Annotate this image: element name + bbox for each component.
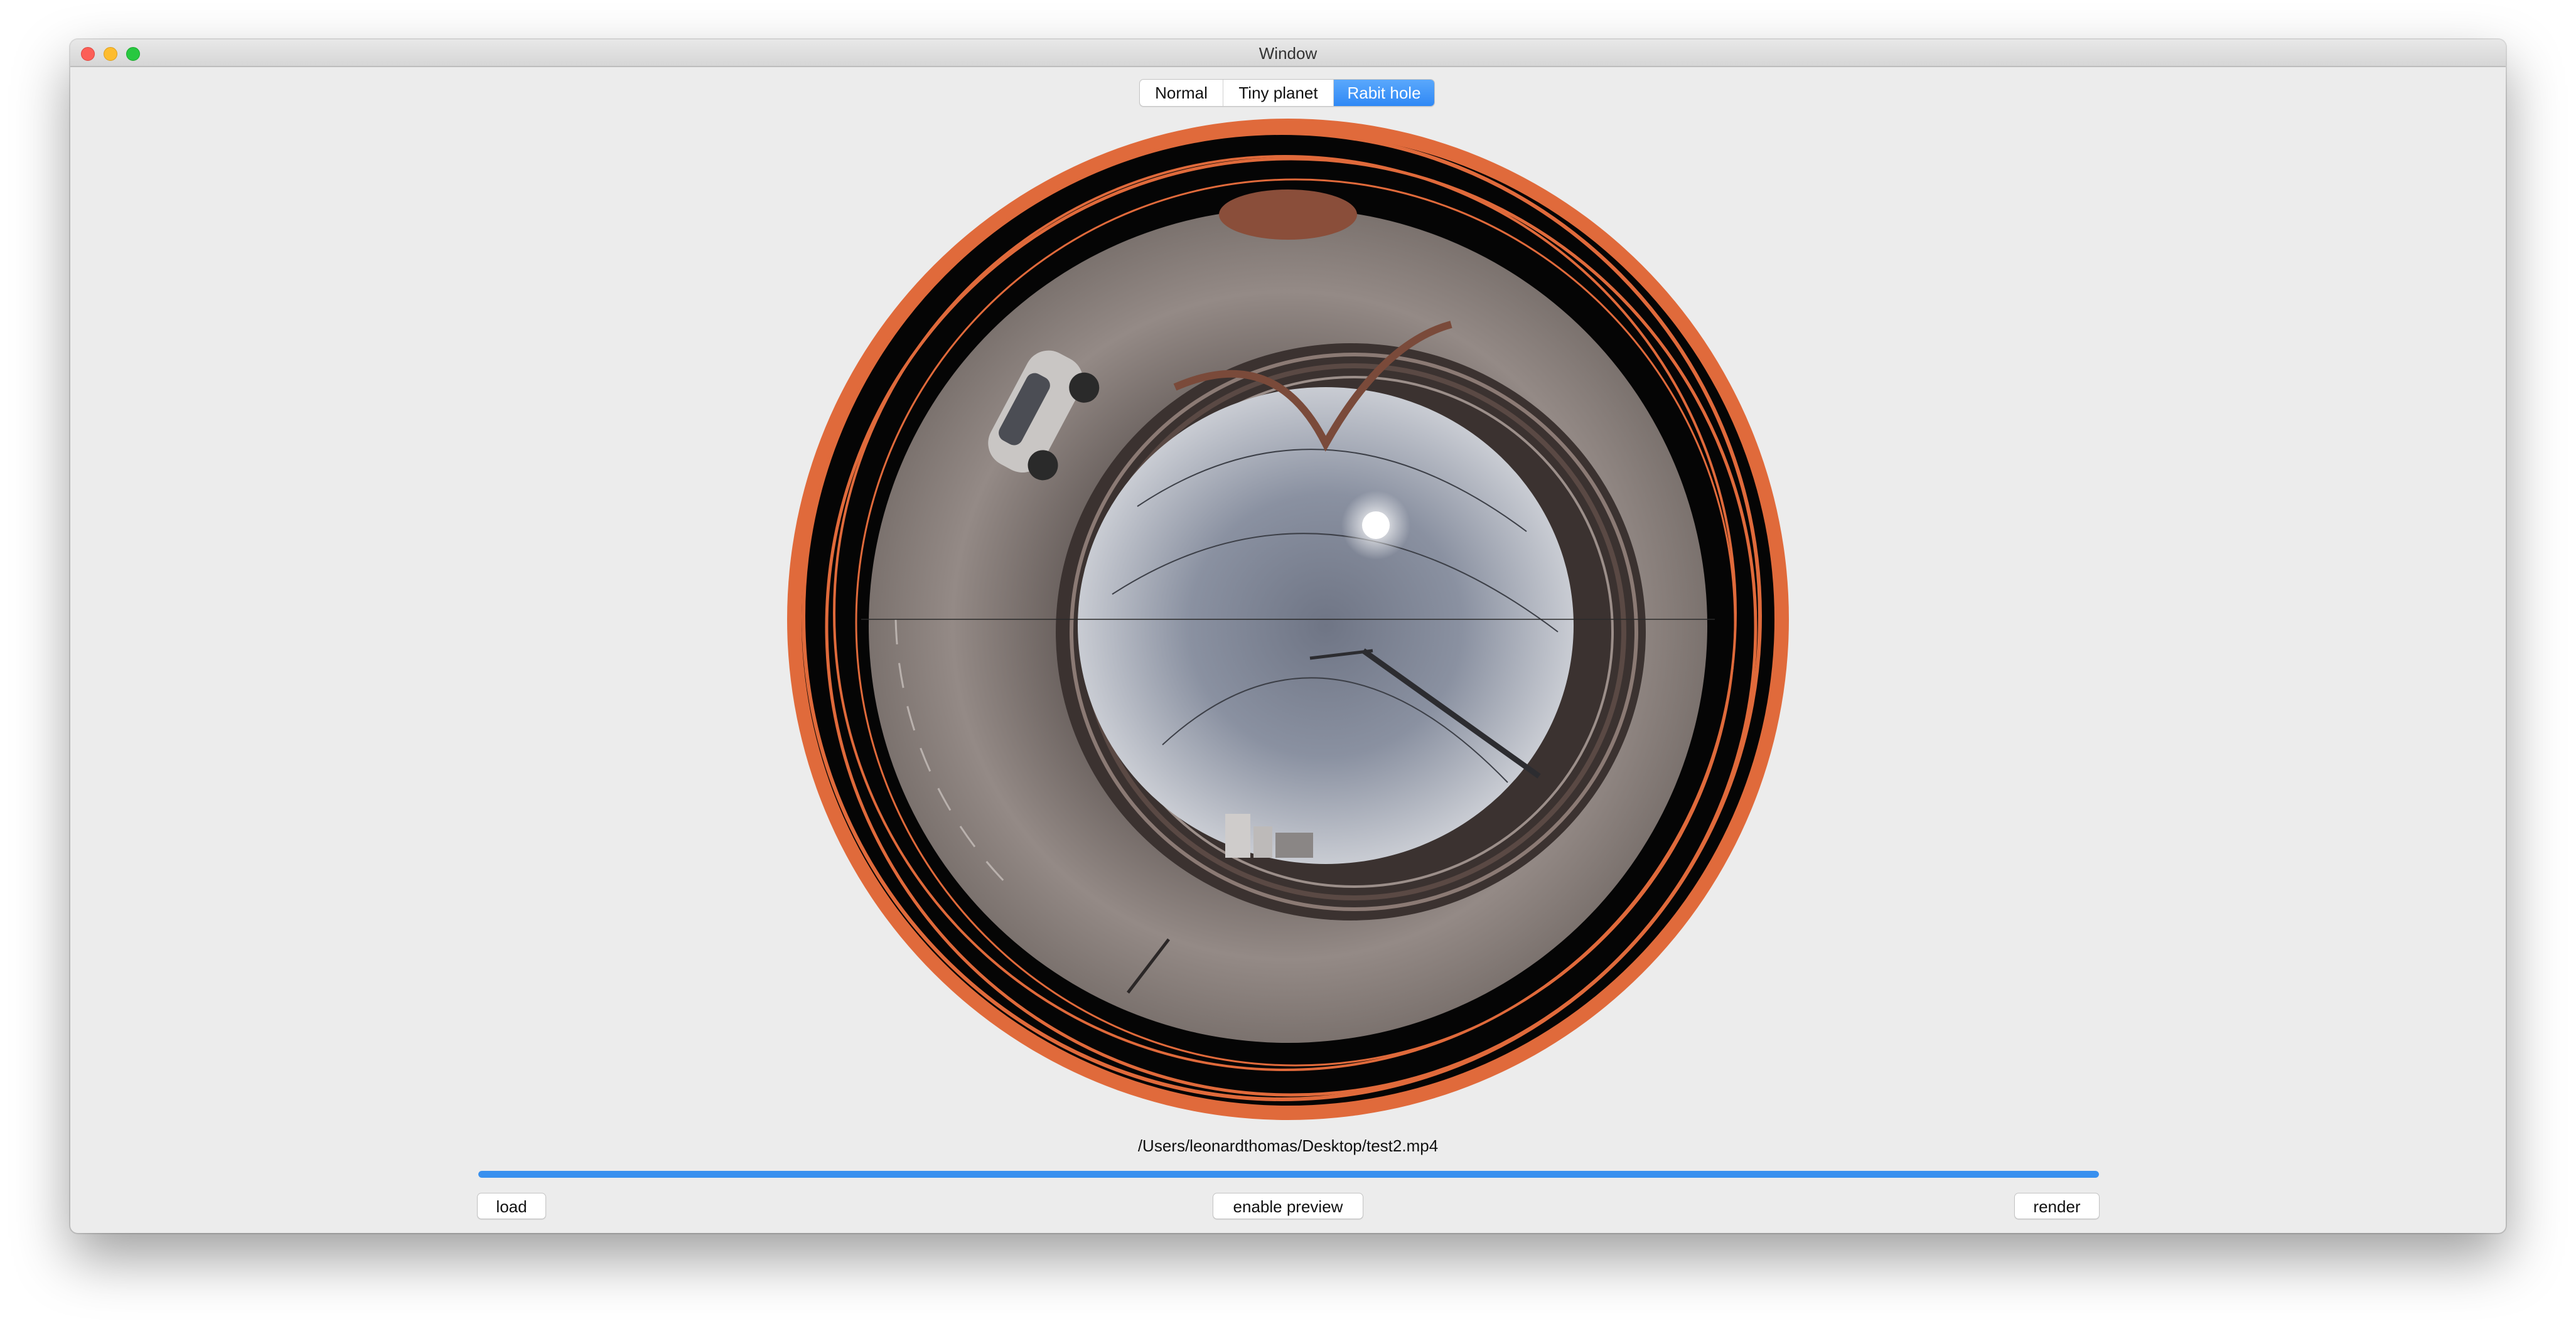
mode-normal[interactable]: Normal xyxy=(1140,80,1223,106)
mode-tiny-planet[interactable]: Tiny planet xyxy=(1223,80,1334,106)
video-preview-image xyxy=(787,119,1789,1120)
projection-mode-selector: Normal Tiny planet Rabit hole xyxy=(1139,79,1435,107)
render-progress-bar xyxy=(478,1171,2099,1178)
title-bar[interactable]: Window xyxy=(70,40,2506,67)
load-button[interactable]: load xyxy=(477,1193,546,1219)
progress-fill xyxy=(478,1171,2099,1178)
mode-rabbit-hole[interactable]: Rabit hole xyxy=(1334,80,1434,106)
window-title: Window xyxy=(1258,44,1318,63)
render-button[interactable]: render xyxy=(2014,1193,2100,1219)
app-window: Window Normal Tiny planet Rabit hole /Us… xyxy=(70,40,2506,1233)
file-path-label: /Users/leonardthomas/Desktop/test2.mp4 xyxy=(1137,1136,1439,1155)
enable-preview-button[interactable]: enable preview xyxy=(1213,1193,1363,1219)
